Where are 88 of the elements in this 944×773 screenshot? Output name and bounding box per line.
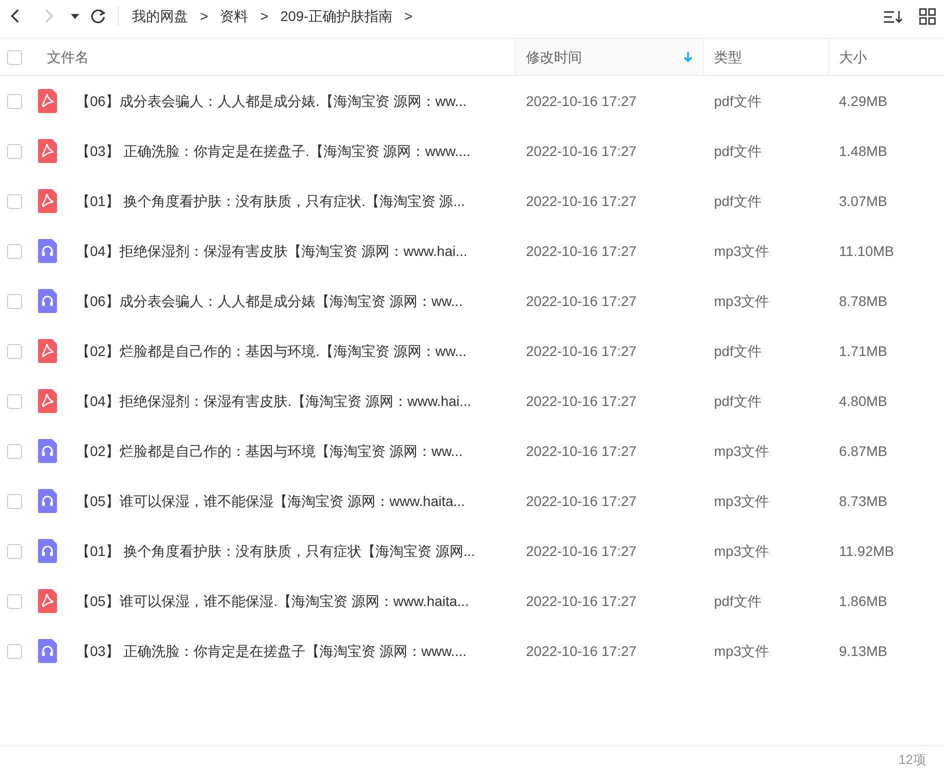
- checkbox[interactable]: [7, 94, 22, 108]
- modified-time: 2022-10-16 17:27: [526, 492, 637, 510]
- headphones-file-icon: [37, 639, 58, 663]
- file-size: 4.80MB: [839, 392, 888, 410]
- headphones-file-icon: [37, 489, 58, 513]
- headphones-file-icon: [37, 439, 58, 463]
- checkbox[interactable]: [7, 344, 22, 358]
- checkbox[interactable]: [7, 594, 22, 608]
- file-type: mp3文件: [714, 492, 770, 511]
- pdf-file-icon: [37, 189, 58, 213]
- column-header[interactable]: 类型: [703, 39, 828, 75]
- modified-time: 2022-10-16 17:27: [526, 442, 637, 460]
- file-name[interactable]: 【01】 换个角度看护肤：没有肤质，只有症状【海淘宝资 源网...: [76, 540, 476, 562]
- sort-down-icon: [683, 51, 693, 63]
- file-type: mp3文件: [714, 542, 770, 561]
- dropdown-icon[interactable]: [70, 12, 80, 20]
- checkbox[interactable]: [7, 294, 22, 308]
- file-type: pdf文件: [714, 392, 762, 411]
- file-type: pdf文件: [714, 92, 762, 111]
- checkbox[interactable]: [7, 244, 22, 258]
- file-name[interactable]: 【03】 正确洗脸：你肯定是在搓盘子.【海淘宝资 源网：www....: [76, 140, 470, 162]
- breadcrumb-separator: >: [200, 6, 208, 26]
- checkbox[interactable]: [7, 494, 22, 508]
- headphones-file-icon: [37, 539, 58, 563]
- file-name[interactable]: 【01】 换个角度看护肤：没有肤质，只有症状.【海淘宝资 源...: [76, 190, 465, 212]
- pdf-file-icon: [37, 339, 58, 363]
- file-name[interactable]: 【03】 正确洗脸：你肯定是在搓盘子【海淘宝资 源网：www....: [76, 640, 466, 662]
- pdf-file-icon: [37, 389, 58, 413]
- modified-time: 2022-10-16 17:27: [526, 542, 637, 560]
- file-name[interactable]: 【06】成分表会骗人：人人都是成分婊.【海淘宝资 源网：ww...: [76, 90, 466, 112]
- checkbox[interactable]: [7, 194, 22, 208]
- headphones-file-icon: [37, 289, 58, 313]
- headphones-file-icon: [37, 239, 58, 263]
- file-name[interactable]: 【05】谁可以保湿，谁不能保湿【海淘宝资 源网：www.haita...: [76, 490, 465, 512]
- column-header[interactable]: 文件名: [37, 39, 515, 75]
- file-size: 11.10MB: [839, 242, 894, 260]
- modified-time: 2022-10-16 17:27: [526, 142, 637, 160]
- file-name[interactable]: 【04】拒绝保湿剂：保湿有害皮肤【海淘宝资 源网：www.hai...: [76, 240, 468, 262]
- file-size: 9.13MB: [839, 642, 888, 660]
- item-count: 12项: [898, 750, 926, 769]
- pdf-file-icon: [37, 89, 58, 113]
- file-size: 1.48MB: [839, 142, 888, 160]
- checkbox[interactable]: [7, 50, 22, 64]
- file-name[interactable]: 【04】拒绝保湿剂：保湿有害皮肤.【海淘宝资 源网：www.hai...: [76, 390, 472, 412]
- modified-time: 2022-10-16 17:27: [526, 292, 637, 310]
- file-size: 1.71MB: [839, 342, 888, 360]
- file-size: 4.29MB: [839, 92, 888, 110]
- modified-time: 2022-10-16 17:27: [526, 192, 637, 210]
- file-name[interactable]: 【02】烂脸都是自己作的：基因与环境.【海淘宝资 源网：ww...: [76, 340, 466, 362]
- checkbox[interactable]: [7, 394, 22, 408]
- breadcrumb-link[interactable]: 资料: [220, 6, 248, 26]
- file-size: 6.87MB: [839, 442, 888, 460]
- file-type: mp3文件: [714, 292, 770, 311]
- breadcrumb-link[interactable]: 我的网盘: [132, 6, 188, 26]
- file-size: 1.86MB: [839, 592, 888, 610]
- file-type: pdf文件: [714, 592, 762, 611]
- modified-time: 2022-10-16 17:27: [526, 342, 637, 360]
- file-type: pdf文件: [714, 342, 762, 361]
- file-name[interactable]: 【02】烂脸都是自己作的：基因与环境【海淘宝资 源网：ww...: [76, 440, 463, 462]
- file-size: 11.92MB: [839, 542, 894, 560]
- file-size: 3.07MB: [839, 192, 888, 210]
- modified-time: 2022-10-16 17:27: [526, 242, 637, 260]
- file-type: mp3文件: [714, 442, 770, 461]
- grid-view-icon[interactable]: [919, 8, 936, 24]
- file-name[interactable]: 【06】成分表会骗人：人人都是成分婊【海淘宝资 源网：ww...: [76, 290, 463, 312]
- file-size: 8.73MB: [839, 492, 888, 510]
- refresh-icon[interactable]: [90, 8, 106, 24]
- file-size: 8.78MB: [839, 292, 888, 310]
- file-type: pdf文件: [714, 142, 762, 161]
- breadcrumb-separator: >: [260, 6, 268, 26]
- breadcrumb-separator: >: [404, 6, 413, 26]
- checkbox[interactable]: [7, 644, 22, 658]
- file-type: mp3文件: [714, 242, 770, 261]
- breadcrumb-link[interactable]: 209-正确护肤指南: [280, 6, 392, 26]
- modified-time: 2022-10-16 17:27: [526, 592, 637, 610]
- file-name[interactable]: 【05】谁可以保湿，谁不能保湿.【海淘宝资 源网：www.haita...: [76, 590, 469, 612]
- file-type: mp3文件: [714, 642, 770, 661]
- pdf-file-icon: [37, 589, 58, 613]
- modified-time: 2022-10-16 17:27: [526, 392, 637, 410]
- modified-time: 2022-10-16 17:27: [526, 92, 637, 110]
- modified-time: 2022-10-16 17:27: [526, 642, 637, 660]
- checkbox[interactable]: [7, 144, 22, 158]
- pdf-file-icon: [37, 139, 58, 163]
- checkbox[interactable]: [7, 544, 22, 558]
- column-header[interactable]: 修改时间: [515, 39, 703, 75]
- file-type: pdf文件: [714, 192, 762, 211]
- column-header[interactable]: 大小: [828, 39, 940, 75]
- checkbox[interactable]: [7, 444, 22, 458]
